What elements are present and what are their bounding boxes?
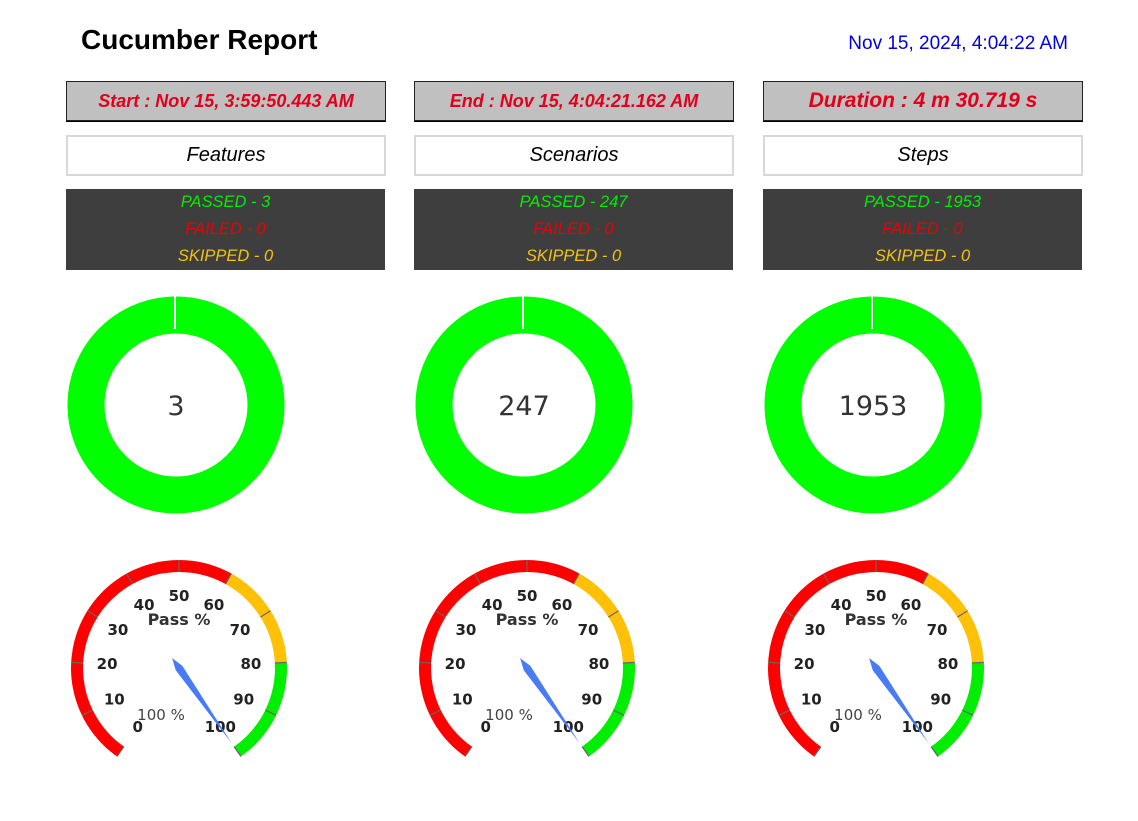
gauge-tick-mark [274,661,287,664]
donut-total-label: 3 [167,391,184,422]
features-passed: PASSED - 3 [180,193,271,211]
steps-header: Steps [763,135,1083,176]
gauge-band [922,573,984,663]
gauge-needle [869,658,929,744]
scenarios-donut-chart[interactable]: 247 [414,291,634,519]
steps-stats: PASSED - 1953 FAILED - 0 SKIPPED - 0 [763,189,1082,270]
gauge-tick-label: 50 [169,587,190,605]
steps-failed: FAILED - 0 [882,220,963,238]
gauge-tick-label: 20 [445,655,466,673]
report-datetime: Nov 15, 2024, 4:04:22 AM [848,33,1068,54]
gauge-band [573,573,635,663]
features-donut-chart[interactable]: 3 [66,291,286,519]
steps-passed: PASSED - 1953 [863,193,982,211]
gauge-tick-label: 30 [108,621,129,639]
gauge-tick-label: 90 [930,691,951,709]
gauge-band [931,662,984,757]
gauge-tick-label: 50 [866,587,887,605]
gauge-tick-mark [768,661,781,664]
gauge-band [225,573,287,663]
gauge-band [582,662,635,757]
gauge-tick-label: 80 [240,655,261,673]
gauge-tick-label: 10 [452,691,473,709]
gauge-value-label: 100 % [137,706,185,724]
gauge-value-label: 100 % [834,706,882,724]
donut-total-label: 247 [498,391,550,422]
gauge-title: Pass % [496,610,559,629]
gauge-title: Pass % [845,610,908,629]
end-time-box: End : Nov 15, 4:04:21.162 AM [414,81,734,121]
features-pass-gauge[interactable]: 0102030405060708090100 Pass % 100 % [66,555,292,760]
gauge-tick-label: 70 [927,621,948,639]
features-skipped: SKIPPED - 0 [177,247,274,265]
scenarios-passed: PASSED - 247 [519,193,628,211]
gauge-tick-label: 80 [937,655,958,673]
steps-donut-chart[interactable]: 1953 [763,291,983,519]
steps-skipped: SKIPPED - 0 [874,247,971,265]
gauge-tick-label: 30 [456,621,477,639]
scenarios-header: Scenarios [414,135,734,176]
gauge-needle [520,658,580,744]
gauge-tick-label: 80 [588,655,609,673]
gauge-tick-label: 10 [104,691,125,709]
gauge-tick-mark [71,661,84,664]
gauge-needle [172,658,232,744]
features-failed: FAILED - 0 [185,220,266,238]
duration-box: Duration : 4 m 30.719 s [763,81,1083,121]
gauge-tick-mark [971,661,984,664]
gauge-tick-mark [622,661,635,664]
scenarios-skipped: SKIPPED - 0 [525,247,622,265]
gauge-tick-mark [419,661,432,664]
donut-total-label: 1953 [839,391,908,422]
gauge-tick-label: 70 [578,621,599,639]
gauge-band [234,662,287,757]
gauge-tick-label: 10 [801,691,822,709]
features-stats: PASSED - 3 FAILED - 0 SKIPPED - 0 [66,189,385,270]
scenarios-pass-gauge[interactable]: 0102030405060708090100 Pass % 100 % [414,555,640,760]
gauge-tick-label: 50 [517,587,538,605]
start-time-box: Start : Nov 15, 3:59:50.443 AM [66,81,386,121]
gauge-tick-label: 20 [97,655,118,673]
gauge-tick-label: 20 [794,655,815,673]
scenarios-stats: PASSED - 247 FAILED - 0 SKIPPED - 0 [414,189,733,270]
features-header: Features [66,135,386,176]
report-title: Cucumber Report [81,24,318,55]
scenarios-failed: FAILED - 0 [533,220,614,238]
gauge-value-label: 100 % [485,706,533,724]
gauge-tick-label: 30 [805,621,826,639]
gauge-tick-label: 70 [230,621,251,639]
gauge-tick-label: 90 [233,691,254,709]
gauge-tick-label: 90 [581,691,602,709]
gauge-title: Pass % [148,610,211,629]
steps-pass-gauge[interactable]: 0102030405060708090100 Pass % 100 % [763,555,989,760]
